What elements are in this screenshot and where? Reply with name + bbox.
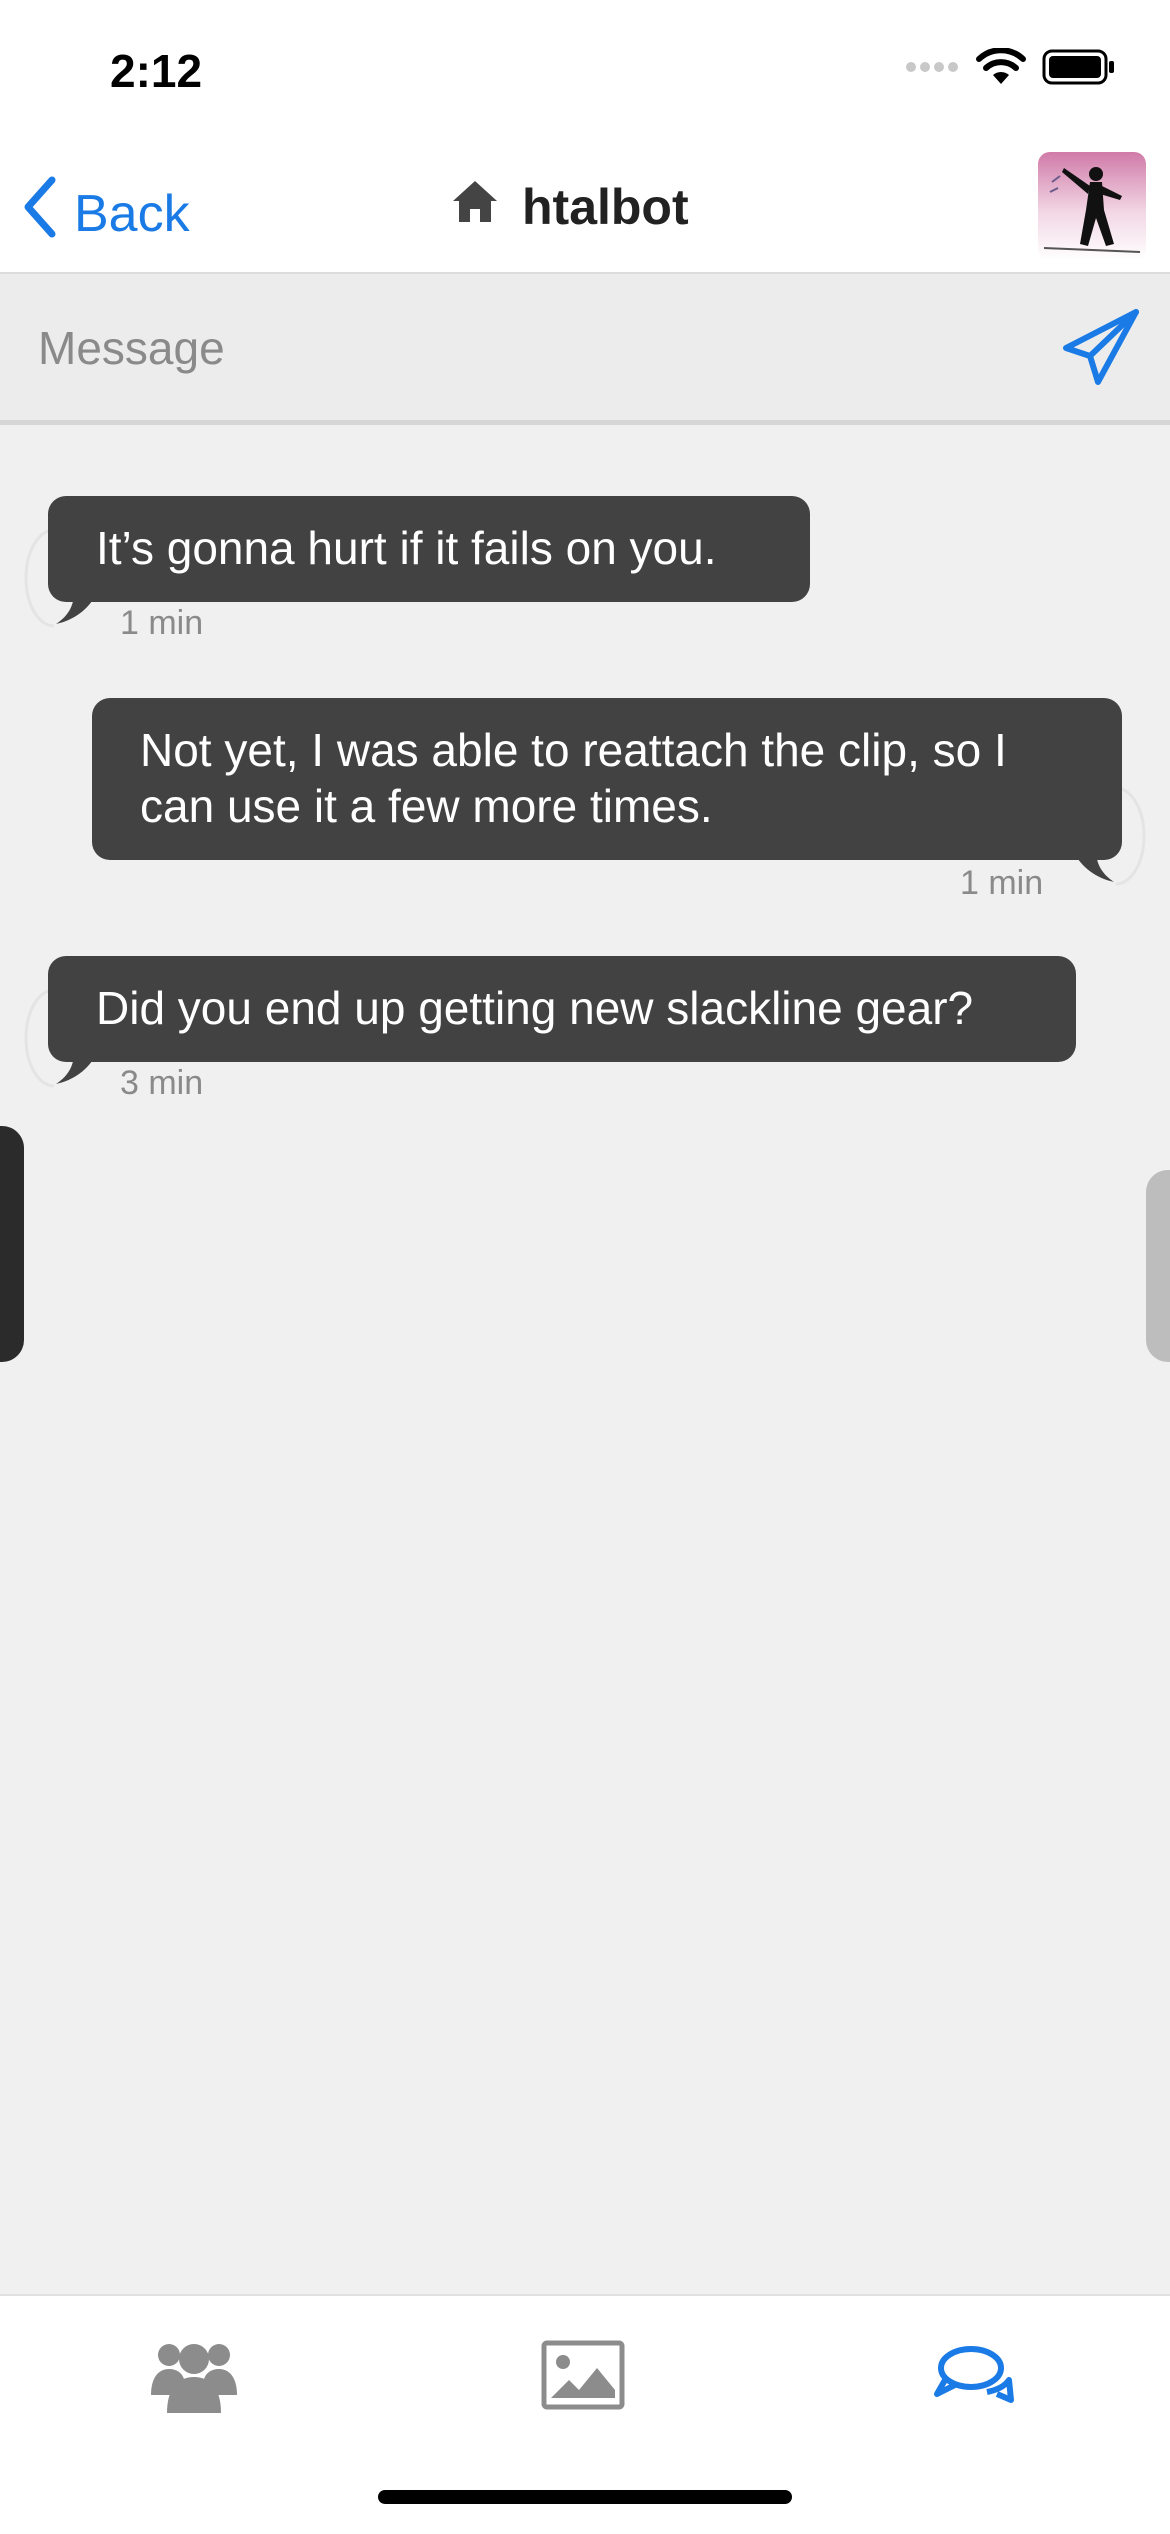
message-timestamp: 3 min (120, 1064, 204, 1102)
navigation-bar: Back htalbot (0, 140, 1170, 274)
users-icon (149, 2337, 239, 2418)
battery-icon (1042, 49, 1116, 90)
back-button[interactable]: Back (22, 176, 190, 251)
back-label: Back (74, 184, 190, 243)
chevron-left-icon (22, 176, 58, 251)
send-button[interactable] (1062, 308, 1140, 386)
status-icons (904, 47, 1116, 91)
message-text: Not yet, I was able to reattach the clip… (140, 724, 1007, 832)
status-bar: 2:12 (0, 0, 1170, 140)
message-input[interactable] (36, 312, 1020, 384)
right-edge-handle[interactable] (1146, 1170, 1170, 1362)
message-bubble[interactable]: It’s gonna hurt if it fails on you. (48, 496, 810, 602)
paper-plane-icon (1062, 309, 1140, 390)
message-text: Did you end up getting new slackline gea… (96, 982, 974, 1034)
home-icon (450, 178, 500, 236)
tab-messages[interactable] (923, 2332, 1023, 2422)
left-edge-handle[interactable] (0, 1126, 24, 1362)
conversation-title: htalbot (450, 178, 689, 236)
message-timestamp: 1 min (120, 604, 204, 642)
message-timestamp: 1 min (960, 864, 1044, 902)
signal-icon (904, 60, 960, 79)
message-bubble[interactable]: Did you end up getting new slackline gea… (48, 956, 1076, 1062)
contact-name: htalbot (522, 179, 689, 235)
status-time: 2:12 (110, 45, 203, 97)
tab-photos[interactable] (533, 2332, 633, 2422)
image-icon (541, 2340, 625, 2415)
avatar[interactable] (1038, 152, 1146, 260)
chat-icon (931, 2342, 1015, 2413)
message-bubble[interactable]: Not yet, I was able to reattach the clip… (92, 698, 1122, 860)
compose-bar (0, 274, 1170, 425)
message-text: It’s gonna hurt if it fails on you. (96, 522, 717, 574)
tab-users[interactable] (144, 2332, 244, 2422)
wifi-icon (976, 47, 1026, 91)
home-indicator (378, 2490, 792, 2504)
